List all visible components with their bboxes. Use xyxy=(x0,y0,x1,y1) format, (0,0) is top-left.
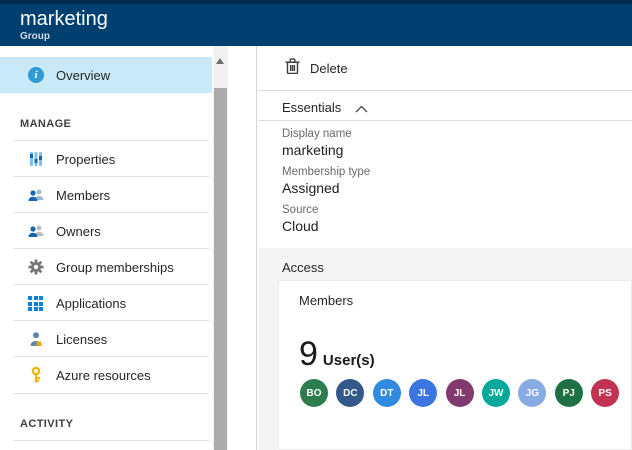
access-section: Access Members 9 User(s) BO DC DT JL JL … xyxy=(258,248,632,450)
sidebar-item-applications[interactable]: Applications xyxy=(0,285,212,321)
divider xyxy=(13,393,209,394)
scrollbar-thumb[interactable] xyxy=(214,88,227,450)
license-person-icon xyxy=(28,331,44,347)
essentials-title: Essentials xyxy=(282,100,341,115)
key-icon xyxy=(28,367,44,383)
sidebar-item-label: Properties xyxy=(56,152,115,167)
member-avatars: BO DC DT JL JL JW JG PJ PS xyxy=(300,379,628,407)
avatar[interactable]: DC xyxy=(336,379,364,407)
sidebar-item-label: Members xyxy=(56,188,110,203)
sidebar-item-overview[interactable]: i Overview xyxy=(0,57,212,93)
sidebar-item-label: Applications xyxy=(56,296,126,311)
avatar[interactable]: JL xyxy=(446,379,474,407)
avatar[interactable]: PJ xyxy=(555,379,583,407)
avatar[interactable]: BO xyxy=(300,379,328,407)
essentials-header[interactable]: Essentials xyxy=(282,99,368,116)
sidebar-section-manage: MANAGE xyxy=(20,118,71,130)
sliders-icon xyxy=(28,151,44,167)
sidebar-item-members[interactable]: Members xyxy=(0,177,212,213)
people-icon xyxy=(28,187,44,203)
avatar[interactable]: DT xyxy=(373,379,401,407)
avatar[interactable]: PS xyxy=(591,379,619,407)
divider xyxy=(13,440,209,441)
main-panel: Delete Essentials Display name marketing… xyxy=(258,46,632,450)
sidebar-item-label: Group memberships xyxy=(56,260,174,275)
field-value: Assigned xyxy=(282,180,340,196)
avatar[interactable]: JL xyxy=(409,379,437,407)
toolbar: Delete xyxy=(258,46,632,90)
field-label: Source xyxy=(282,204,318,216)
blade-header: marketing Group xyxy=(0,0,632,46)
members-card[interactable]: Members 9 User(s) BO DC DT JL JL JW JG P… xyxy=(278,280,632,450)
sidebar-item-azure-resources[interactable]: Azure resources xyxy=(0,357,212,393)
divider xyxy=(258,90,632,91)
blade-divider xyxy=(256,46,257,450)
delete-button[interactable]: Delete xyxy=(310,61,348,76)
member-count-number: 9 xyxy=(299,337,318,371)
gear-icon xyxy=(28,259,44,275)
grid-icon xyxy=(28,295,44,311)
sidebar-item-owners[interactable]: Owners xyxy=(0,213,212,249)
sidebar-item-label: Overview xyxy=(56,68,110,83)
field-label: Membership type xyxy=(282,166,370,178)
field-value: Cloud xyxy=(282,218,319,234)
member-count: 9 User(s) xyxy=(299,337,375,371)
sidebar-item-label: Azure resources xyxy=(56,368,151,383)
sidebar-item-label: Owners xyxy=(56,224,101,239)
access-title: Access xyxy=(282,260,324,275)
member-count-label: User(s) xyxy=(323,352,375,369)
delete-icon xyxy=(285,58,300,79)
sidebar: i Overview MANAGE Properties xyxy=(0,46,212,450)
scrollbar-up-arrow-icon[interactable] xyxy=(216,58,224,64)
info-icon: i xyxy=(28,67,44,83)
sidebar-section-activity: ACTIVITY xyxy=(20,418,73,430)
people-icon xyxy=(28,223,44,239)
page-title: marketing xyxy=(20,8,108,31)
field-value: marketing xyxy=(282,142,343,158)
avatar[interactable]: JG xyxy=(518,379,546,407)
members-card-title: Members xyxy=(299,293,353,308)
chevron-up-icon xyxy=(355,101,368,116)
divider xyxy=(258,120,632,121)
page-subtitle: Group xyxy=(20,31,50,42)
sidebar-scrollbar[interactable] xyxy=(213,46,228,450)
sidebar-item-group-memberships[interactable]: Group memberships xyxy=(0,249,212,285)
field-label: Display name xyxy=(282,128,352,140)
sidebar-item-label: Licenses xyxy=(56,332,107,347)
sidebar-item-properties[interactable]: Properties xyxy=(0,141,212,177)
sidebar-item-licenses[interactable]: Licenses xyxy=(0,321,212,357)
azure-group-blade: marketing Group i Overview MANAGE Proper… xyxy=(0,0,632,450)
avatar[interactable]: JW xyxy=(482,379,510,407)
